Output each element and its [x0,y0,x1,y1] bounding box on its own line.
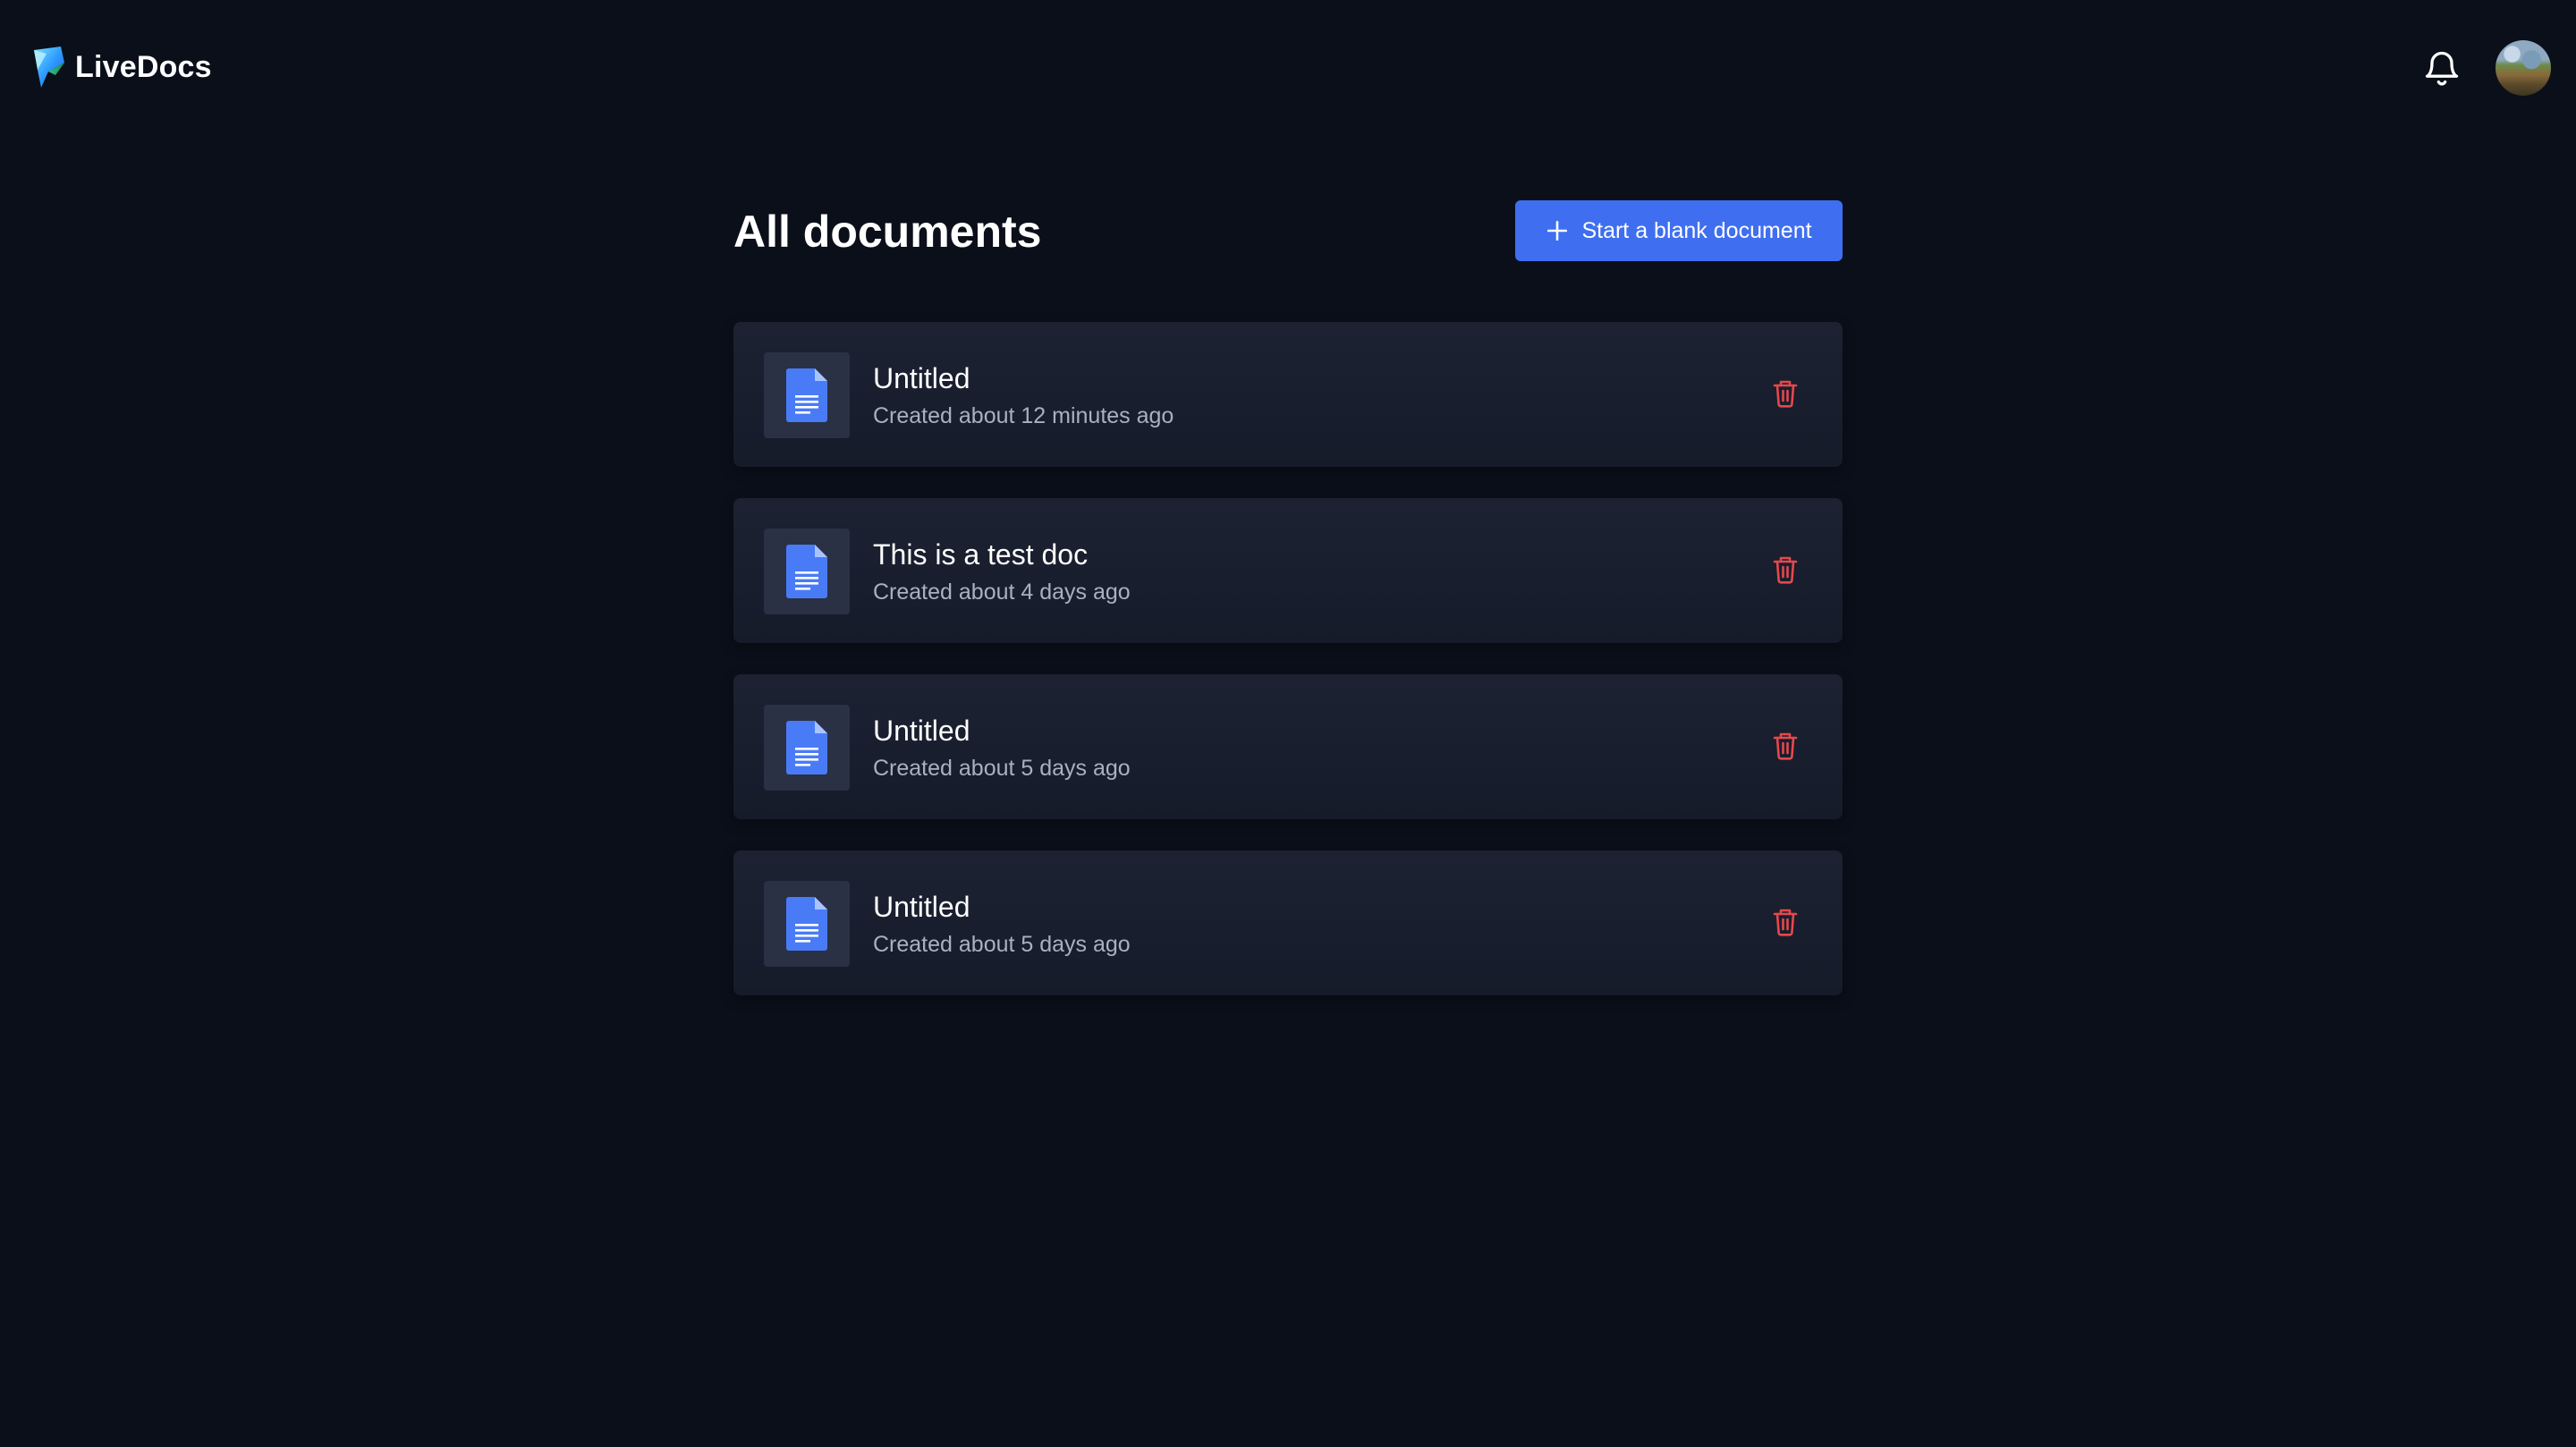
document-icon [786,545,827,598]
trash-icon [1773,909,1798,936]
document-list-item: Untitled Created about 12 minutes ago [733,322,1843,467]
document-text: Untitled Created about 12 minutes ago [873,364,1174,427]
document-title: Untitled [873,714,970,747]
document-text: This is a test doc Created about 4 days … [873,540,1131,604]
page-title: All documents [733,207,1042,257]
document-text: Untitled Created about 5 days ago [873,716,1131,780]
document-created-time: Created about 4 days ago [873,579,1131,605]
delete-document-button[interactable] [1767,728,1803,764]
title-row: All documents Start a blank document [733,200,1843,261]
trash-icon [1773,732,1798,760]
trash-icon [1773,556,1798,584]
document-created-time: Created about 12 minutes ago [873,402,1174,428]
document-icon [786,721,827,774]
document-list-item: Untitled Created about 5 days ago [733,850,1843,995]
plus-icon [1547,220,1568,241]
document-list: Untitled Created about 12 minutes ago Th… [733,322,1843,1027]
document-thumbnail [764,352,850,438]
document-thumbnail [764,705,850,791]
livedocs-logo-link[interactable]: LiveDocs [29,45,212,89]
document-title: Untitled [873,361,970,394]
document-link[interactable]: This is a test doc Created about 4 days … [764,529,1131,614]
livedocs-logo-icon [34,47,64,88]
document-text: Untitled Created about 5 days ago [873,893,1131,956]
document-created-time: Created about 5 days ago [873,931,1131,957]
delete-document-button[interactable] [1767,376,1803,411]
trash-icon [1773,380,1798,408]
document-link[interactable]: Untitled Created about 5 days ago [764,705,1131,791]
document-title: This is a test doc [873,537,1089,571]
document-icon [786,368,827,422]
delete-document-button[interactable] [1767,904,1803,940]
user-avatar[interactable] [2496,40,2551,96]
document-link[interactable]: Untitled Created about 5 days ago [764,881,1131,967]
document-icon [786,897,827,951]
documents-section: All documents Start a blank document Unt… [733,200,1843,995]
document-list-item: This is a test doc Created about 4 days … [733,498,1843,643]
document-title: Untitled [873,890,970,923]
document-thumbnail [764,529,850,614]
app-name: LiveDocs [75,49,212,84]
document-link[interactable]: Untitled Created about 12 minutes ago [764,352,1174,438]
top-header: LiveDocs [0,0,2576,138]
bell-icon[interactable] [2422,47,2462,89]
start-blank-document-label: Start a blank document [1581,217,1812,243]
document-created-time: Created about 5 days ago [873,755,1131,781]
start-blank-document-button[interactable]: Start a blank document [1515,200,1843,261]
document-list-item: Untitled Created about 5 days ago [733,674,1843,819]
delete-document-button[interactable] [1767,552,1803,588]
document-thumbnail [764,881,850,967]
